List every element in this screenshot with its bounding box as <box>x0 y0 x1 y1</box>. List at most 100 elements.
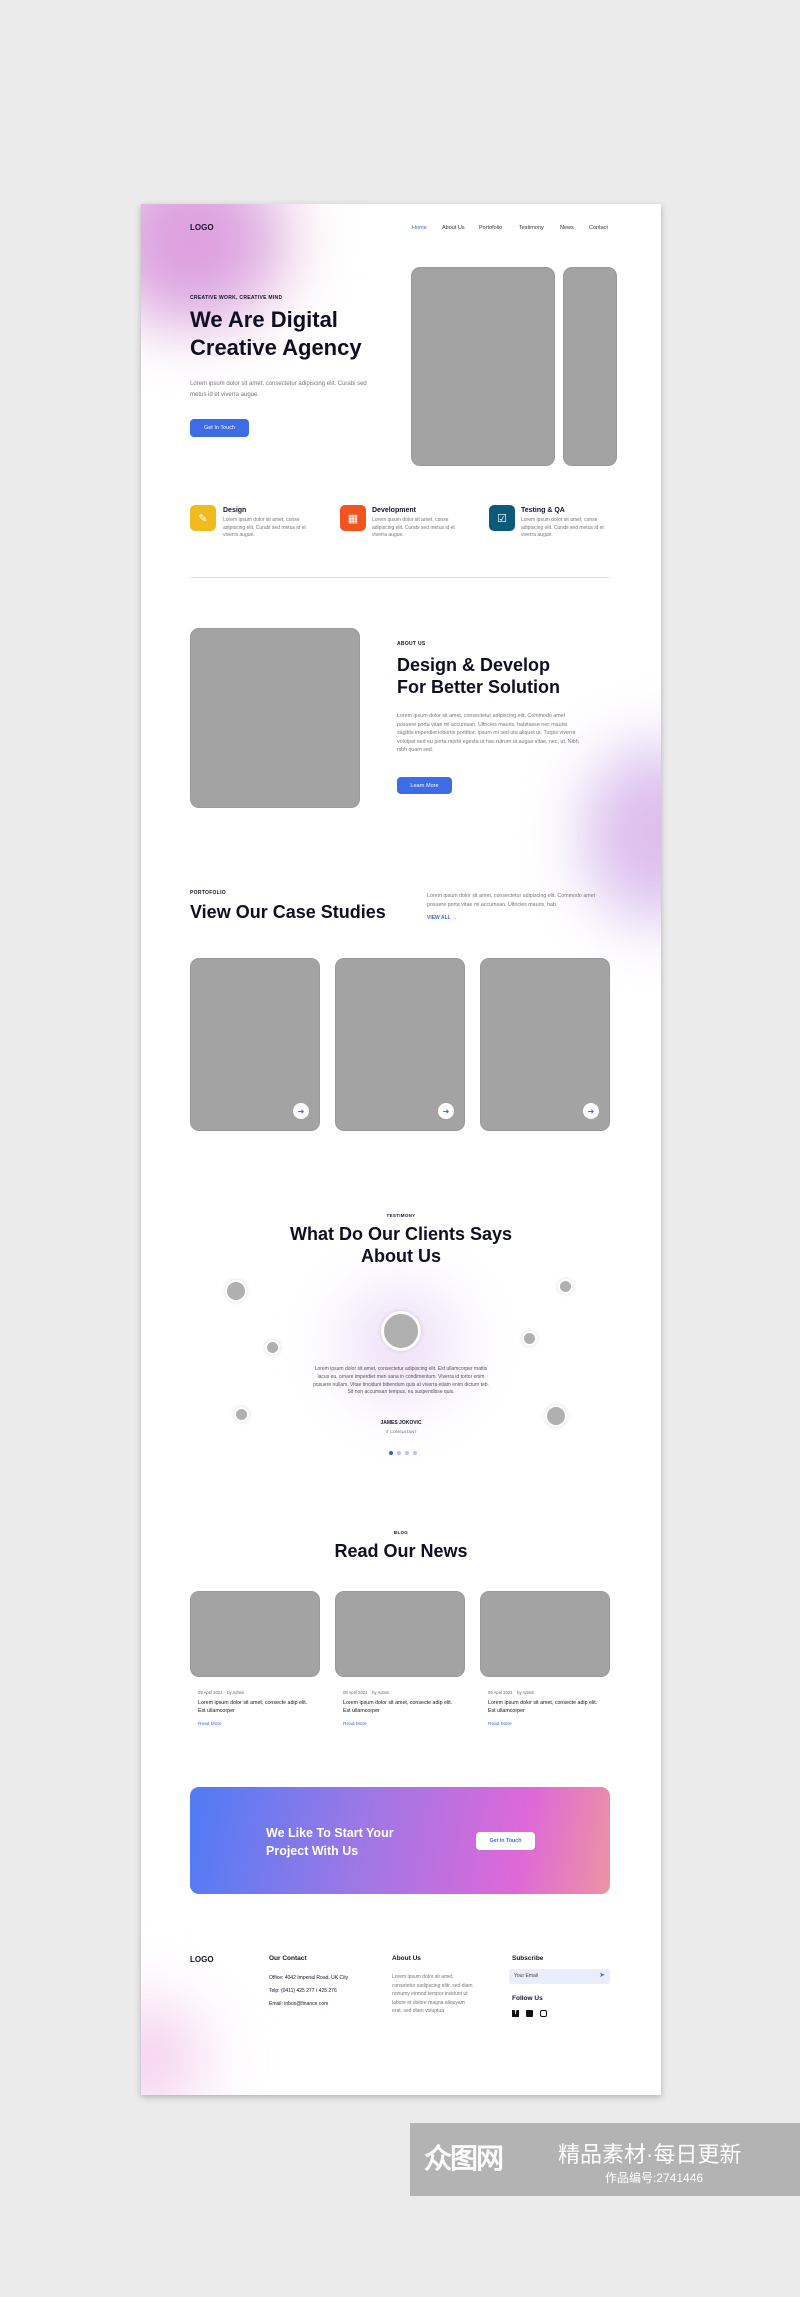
logo[interactable]: LOGO <box>190 223 214 232</box>
arrow-right-icon[interactable]: ➜ <box>438 1103 454 1119</box>
subscribe-title: Subscribe <box>512 1955 544 1962</box>
instagram-icon[interactable] <box>540 2010 547 2017</box>
client-avatar[interactable] <box>522 1331 537 1346</box>
client-avatar[interactable] <box>225 1280 247 1302</box>
arrow-right-icon: → <box>452 915 458 921</box>
feature-text: Lorem ipsum dolor sit amet, conse adipis… <box>521 517 604 538</box>
post-title[interactable]: Lorem ipsum dolor sit amet, consecte adi… <box>488 1699 600 1715</box>
blog-image[interactable] <box>480 1591 610 1677</box>
about-image <box>190 628 360 808</box>
nav-portofolio[interactable]: Portofolio <box>479 225 502 231</box>
hero-image-secondary <box>563 267 617 466</box>
hero-title: We Are Digital Creative Agency <box>190 306 362 362</box>
social-icons: f <box>512 2010 547 2017</box>
cta-banner: We Like To Start Your Project With Us Ge… <box>190 1787 610 1894</box>
nav-contact[interactable]: Contact <box>589 225 608 231</box>
cta-title-line: We Like To Start Your <box>266 1826 394 1840</box>
view-all-link[interactable]: VIEW ALL → <box>427 915 457 921</box>
feature-text: Lorem ipsum dolor sit amet, conse adipis… <box>372 517 455 538</box>
checkbox-icon: ☑ <box>489 505 515 531</box>
testimony-quote: Lorem ipsum dolor sit amet, consectetur … <box>313 1366 489 1396</box>
carousel-dots <box>389 1451 417 1455</box>
feature-title: Development <box>372 507 416 514</box>
about-label: ABOUT US <box>397 641 426 647</box>
testimony-title-line: What Do Our Clients Says <box>289 1224 513 1244</box>
divider <box>190 577 610 578</box>
carousel-dot[interactable] <box>397 1451 401 1455</box>
cta-get-in-touch-button[interactable]: Get In Touch <box>476 1832 535 1850</box>
blog-image[interactable] <box>190 1591 320 1677</box>
post-date: 09 April 2021 <box>343 1690 368 1695</box>
feature-text: Lorem ipsum dolor sit amet, conse adipis… <box>223 517 306 538</box>
testimony-title-line: About Us <box>361 1246 441 1266</box>
grid-icon: ▦ <box>340 505 366 531</box>
nav-about-us[interactable]: About Us <box>442 225 465 231</box>
watermark-logo: 众图网 <box>424 2143 504 2174</box>
arrow-right-icon[interactable]: ➜ <box>293 1103 309 1119</box>
post-author: by Admin <box>372 1690 390 1695</box>
read-more-link[interactable]: Read More <box>198 1722 222 1727</box>
learn-more-button[interactable]: Learn More <box>397 777 452 794</box>
view-all-label: VIEW ALL <box>427 915 451 921</box>
post-meta: 09 April 2021 by Admin <box>488 1690 534 1695</box>
facebook-icon[interactable]: f <box>512 2010 519 2017</box>
carousel-dot[interactable] <box>413 1451 417 1455</box>
footer-about-title: About Us <box>392 1955 421 1962</box>
carousel-dot-active[interactable] <box>389 1451 393 1455</box>
hero-title-line: We Are Digital <box>190 307 338 332</box>
cta-title-line: Project With Us <box>266 1844 359 1858</box>
hero-title-line: Creative Agency <box>190 335 362 360</box>
testimony-title: What Do Our Clients Says About Us <box>141 1223 661 1267</box>
read-more-link[interactable]: Read More <box>488 1722 512 1727</box>
case-study-card[interactable]: ➜ <box>335 958 465 1131</box>
client-avatar[interactable] <box>558 1279 573 1294</box>
client-avatar[interactable] <box>265 1340 280 1355</box>
about-title-line: For Better Solution <box>397 677 560 697</box>
hero-image <box>411 267 555 466</box>
blog-label: BLOG <box>393 1530 409 1535</box>
post-date: 09 April 2021 <box>198 1690 223 1695</box>
hero-tagline: CREATIVE WORK, CREATIVE MIND <box>190 295 283 301</box>
blog-image[interactable] <box>335 1591 465 1677</box>
subscribe-email-input[interactable]: Your Email ➤ <box>509 1969 610 1984</box>
gradient-blob <box>141 1984 221 2095</box>
send-icon[interactable]: ➤ <box>599 1971 605 1979</box>
case-study-card[interactable]: ➜ <box>480 958 610 1131</box>
footer-contact-title: Our Contact <box>269 1955 307 1962</box>
client-role: IT CONSULTANT <box>385 1429 417 1434</box>
carousel-dot[interactable] <box>405 1451 409 1455</box>
twitter-icon[interactable] <box>526 2010 533 2017</box>
footer-about-text: Lorem ipsum dolor sit amet, consetetur s… <box>392 1974 473 2015</box>
post-author: by Admin <box>517 1690 535 1695</box>
watermark: 众图网 精品素材·每日更新 作品编号:2741446 <box>410 2123 800 2196</box>
get-in-touch-button[interactable]: Get In Touch <box>190 419 249 437</box>
nav-home[interactable]: Home <box>412 225 427 231</box>
cta-title: We Like To Start Your Project With Us <box>266 1824 394 1860</box>
footer-phone: Telp: (0411) 425 277 / 425 276 <box>269 1988 337 1994</box>
blog-title: Read Our News <box>334 1541 468 1561</box>
post-title[interactable]: Lorem ipsum dolor sit amet, consecte adi… <box>198 1699 310 1715</box>
portfolio-title: View Our Case Studies <box>190 902 386 922</box>
hero-text: Lorem ipsum dolor sit amet, consectetur … <box>190 381 367 398</box>
footer-office: Office: 4042 Imperial Road, UK City <box>269 1975 349 1981</box>
watermark-slogan: 精品素材·每日更新 <box>558 2142 742 2167</box>
landing-page: LOGO Home About Us Portofolio Testimony … <box>141 204 661 2095</box>
nav-testimony[interactable]: Testimony <box>519 225 544 231</box>
post-meta: 09 April 2021 by Admin <box>343 1690 389 1695</box>
arrow-right-icon[interactable]: ➜ <box>583 1103 599 1119</box>
feature-title: Testing & QA <box>521 507 565 514</box>
about-title: Design & Develop For Better Solution <box>397 654 560 698</box>
feature-title: Design <box>223 507 247 514</box>
email-placeholder: Your Email <box>514 1973 538 1979</box>
post-title[interactable]: Lorem ipsum dolor sit amet, consecte adi… <box>343 1699 455 1715</box>
featured-client-avatar <box>381 1311 421 1351</box>
read-more-link[interactable]: Read More <box>343 1722 367 1727</box>
footer-email[interactable]: Email: inbox@finance.com <box>269 2001 328 2007</box>
case-study-card[interactable]: ➜ <box>190 958 320 1131</box>
nav-news[interactable]: News <box>560 225 574 231</box>
pen-tool-icon: ✎ <box>190 505 216 531</box>
footer-logo[interactable]: LOGO <box>190 1955 214 1964</box>
follow-us-title: Follow Us <box>512 1995 543 2002</box>
about-title-line: Design & Develop <box>397 655 551 675</box>
client-name: JAMES JOKOVIC <box>380 1420 422 1426</box>
